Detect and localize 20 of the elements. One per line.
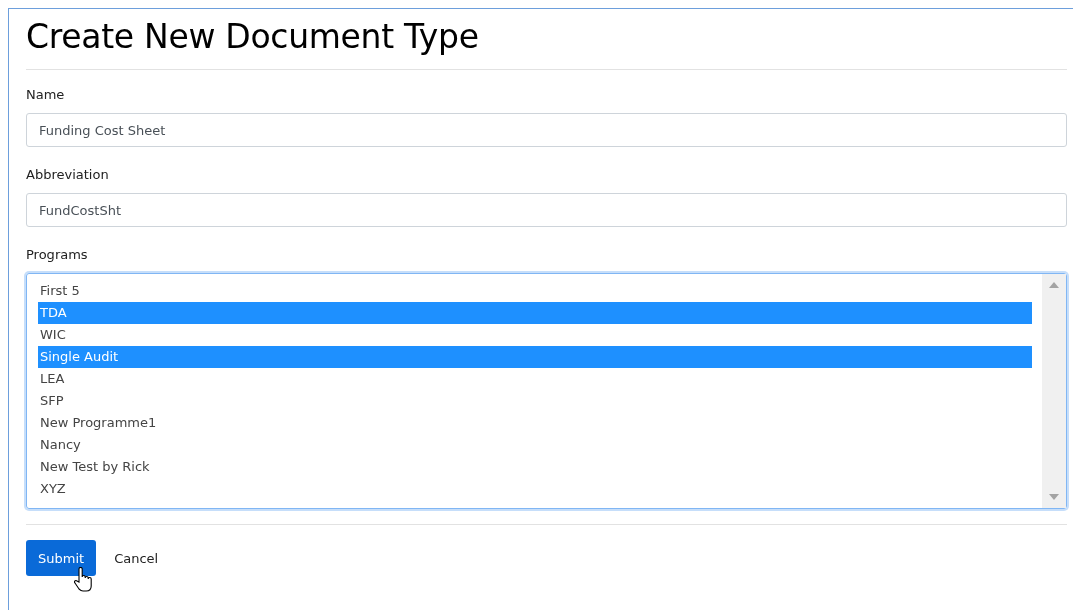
- list-option[interactable]: XYZ: [38, 478, 1032, 500]
- list-option[interactable]: WIC: [38, 324, 1032, 346]
- field-label: Name: [26, 86, 65, 104]
- list-option[interactable]: LEA: [38, 368, 1032, 390]
- scroll-up-icon[interactable]: [1049, 282, 1059, 288]
- text-field[interactable]: Funding Cost Sheet: [26, 113, 1067, 147]
- list-option[interactable]: New Programme1: [38, 412, 1032, 434]
- list-option[interactable]: First 5: [38, 280, 1032, 302]
- text-field[interactable]: FundCostSht: [26, 193, 1067, 227]
- scroll-down-icon[interactable]: [1049, 494, 1059, 500]
- scrollbar[interactable]: [1042, 274, 1066, 508]
- hand-cursor-icon: [74, 567, 94, 593]
- cancel-link[interactable]: Cancel: [114, 550, 159, 566]
- list-option[interactable]: Nancy: [38, 434, 1032, 456]
- programs-listbox[interactable]: First 5 TDA WIC Single Audit LEA SFP New Programme1 Nancy New Test by Rick XYZ: [26, 273, 1067, 509]
- list-option[interactable]: New Test by Rick: [38, 456, 1032, 478]
- field-label: Abbreviation: [26, 166, 109, 184]
- list-option[interactable]: SFP: [38, 390, 1032, 412]
- page-title: Create New Document Type: [26, 17, 480, 57]
- field-label: Programs: [26, 246, 88, 264]
